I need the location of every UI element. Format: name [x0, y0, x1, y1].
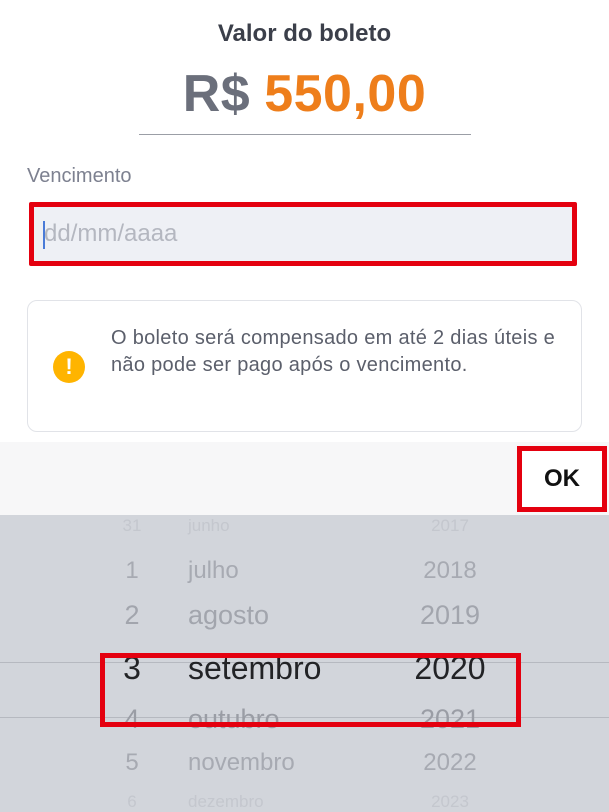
- month-option[interactable]: junho: [188, 515, 368, 538]
- month-option[interactable]: agosto: [188, 598, 368, 633]
- ok-button[interactable]: OK: [517, 446, 607, 512]
- currency-symbol: R$: [182, 65, 251, 123]
- year-option[interactable]: 2017: [395, 515, 505, 538]
- month-option[interactable]: novembro: [188, 747, 368, 779]
- text-caret: [43, 221, 45, 249]
- month-option[interactable]: julho: [188, 555, 368, 587]
- notice-card: ! O boleto será compensado em até 2 dias…: [27, 300, 582, 432]
- day-option[interactable]: 2: [92, 598, 172, 633]
- due-date-input[interactable]: [34, 207, 572, 261]
- amount-underline: [139, 134, 471, 135]
- day-option[interactable]: 6: [92, 789, 172, 812]
- selected-date-highlight: [100, 653, 521, 727]
- due-date-field[interactable]: [29, 202, 577, 266]
- amount-value: 550,00: [264, 65, 427, 123]
- notice-text: O boleto será compensado em até 2 dias ú…: [111, 327, 556, 376]
- day-option[interactable]: 1: [92, 555, 172, 587]
- warning-icon: !: [53, 351, 85, 383]
- day-option[interactable]: 31: [92, 515, 172, 538]
- year-option[interactable]: 2018: [395, 555, 505, 587]
- month-option[interactable]: dezembro: [188, 789, 368, 812]
- day-option[interactable]: 5: [92, 747, 172, 779]
- amount-display: R$ 550,00: [0, 64, 609, 124]
- amount-label: Valor do boleto: [217, 20, 392, 47]
- year-option[interactable]: 2023: [395, 789, 505, 812]
- due-date-label: Vencimento: [27, 165, 132, 187]
- year-option[interactable]: 2022: [395, 747, 505, 779]
- form-panel: Valor do boleto R$550,00 Vencimento ! O …: [0, 0, 609, 442]
- year-option[interactable]: 2019: [395, 598, 505, 633]
